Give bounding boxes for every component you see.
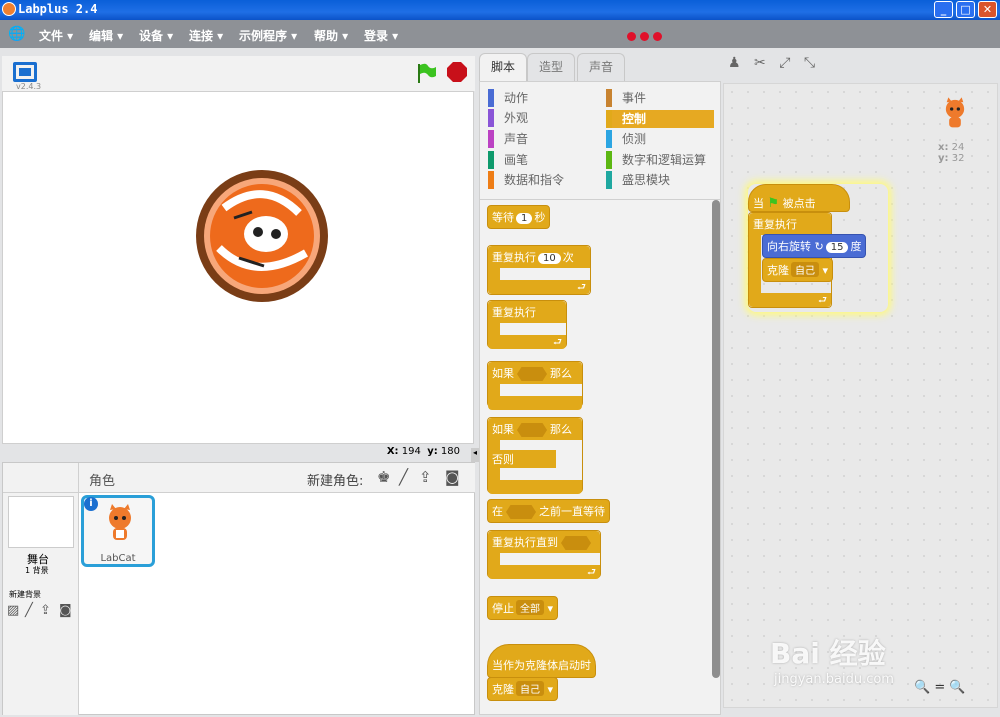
tab-costumes[interactable]: 造型 (527, 53, 575, 81)
block-repeat[interactable]: 重复执行 10 次 ⮐ (487, 245, 591, 295)
stage-canvas[interactable] (2, 91, 474, 444)
collapse-handle[interactable]: ◂ (471, 448, 479, 462)
category-sensing[interactable]: 侦测 (606, 130, 714, 148)
menu-connect[interactable]: 连接 ▾ (189, 27, 223, 44)
category-data[interactable]: 数据和指令 (488, 171, 596, 189)
upload-sprite-icon[interactable]: ⇪ (419, 468, 432, 486)
stage-thumbnail[interactable] (8, 496, 74, 548)
block-if-then[interactable]: 如果 那么 (487, 361, 583, 410)
category-pen[interactable]: 画笔 (488, 151, 596, 169)
category-operators[interactable]: 数字和逻辑运算 (606, 151, 714, 169)
zoom-in-icon[interactable]: 🔍 (949, 680, 965, 695)
fullscreen-icon[interactable] (13, 62, 37, 82)
camera-backdrop-icon[interactable]: ◙ (59, 603, 72, 618)
category-labplus-module[interactable]: 盛思模块 (606, 171, 714, 189)
app-icon (2, 2, 16, 16)
sprite-library-icon[interactable]: ♚ (377, 468, 390, 486)
sprite-costume-image (196, 170, 328, 302)
when-flag-clicked-block[interactable]: 当 ⚑ 被点击 (748, 184, 850, 212)
sprite-pane: 角色 新建角色: ♚ ╱ ⇪ ◙ 舞台 1 背景 新建背景 ▨ ╱ ⇪ ◙ i … (2, 462, 475, 715)
status-dots (627, 30, 666, 44)
camera-sprite-icon[interactable]: ◙ (445, 468, 460, 486)
backdrop-library-icon[interactable]: ▨ (7, 603, 19, 618)
maximize-button[interactable]: □ (956, 1, 975, 18)
minimize-button[interactable]: _ (934, 1, 953, 18)
block-categories: 动作 外观 声音 画笔 数据和指令 事件 控制 侦测 数字和逻辑运算 盛思模块 (480, 82, 720, 200)
tab-scripts[interactable]: 脚本 (479, 53, 527, 81)
scripts-area[interactable]: x: 24 y: 32 当 ⚑ 被点击 重复执行 ⮐ 向右旋转 ↻ 15 度 克隆 自己… (723, 83, 998, 708)
category-events[interactable]: 事件 (606, 89, 714, 107)
upload-backdrop-icon[interactable]: ⇪ (40, 603, 51, 618)
baidu-watermark: Bai 经验 jingyan.baidu.com (770, 637, 894, 687)
menu-bar: 🌐 文件 ▾ 编辑 ▾ 设备 ▾ 连接 ▾ 示例程序 ▾ 帮助 ▾ 登录 ▾ (0, 20, 1000, 48)
block-clone[interactable]: 克隆 自己 ▾ (487, 677, 559, 701)
info-icon[interactable]: i (84, 497, 98, 511)
turn-right-block[interactable]: 向右旋转 ↻ 15 度 (762, 234, 867, 258)
window-title: Labplus 2.4 (18, 2, 98, 16)
block-if-else[interactable]: 如果 那么 否则 (487, 417, 583, 494)
stage-column: 舞台 1 背景 新建背景 ▨ ╱ ⇪ ◙ (3, 493, 79, 715)
green-flag-icon: ⚑ (767, 196, 780, 211)
block-wait-until[interactable]: 在之前一直等待 (487, 499, 610, 523)
labcat-thumbnail (109, 504, 131, 540)
backdrop-count: 1 背景 (25, 566, 49, 575)
sprite-tile[interactable]: i LabCat (81, 495, 155, 567)
duplicate-icon[interactable]: ♟ (728, 55, 741, 71)
new-backdrop-label: 新建背景 (9, 590, 41, 599)
menu-login[interactable]: 登录 ▾ (364, 27, 398, 44)
category-sound[interactable]: 声音 (488, 130, 596, 148)
clone-block[interactable]: 克隆 自己 ▾ (762, 258, 834, 282)
paint-backdrop-icon[interactable]: ╱ (25, 603, 33, 618)
green-flag-icon[interactable] (415, 62, 437, 84)
tab-sounds[interactable]: 声音 (577, 53, 625, 81)
block-when-clone-start[interactable]: 当作为克隆体启动时 (487, 644, 596, 678)
stage-column-header (3, 463, 79, 493)
block-stop[interactable]: 停止 全部 ▾ (487, 596, 559, 620)
menu-edit[interactable]: 编辑 ▾ (89, 27, 123, 44)
menu-examples[interactable]: 示例程序 ▾ (239, 27, 297, 44)
menu-help[interactable]: 帮助 ▾ (314, 27, 348, 44)
palette-scrollbar[interactable] (712, 200, 720, 678)
category-motion[interactable]: 动作 (488, 89, 596, 107)
new-sprite-label: 新建角色: (307, 474, 364, 489)
paint-sprite-icon[interactable]: ╱ (399, 468, 408, 486)
sprite-header: 角色 新建角色: ♚ ╱ ⇪ ◙ (79, 463, 475, 493)
stage-header: v2.4.3 (2, 56, 475, 91)
block-palette: 动作 外观 声音 画笔 数据和指令 事件 控制 侦测 数字和逻辑运算 盛思模块 … (479, 81, 721, 715)
globe-icon[interactable]: 🌐 (8, 26, 25, 42)
grow-icon[interactable]: ⤢ (779, 55, 790, 71)
block-repeat-until[interactable]: 重复执行直到 ⮐ (487, 530, 601, 579)
menu-device[interactable]: 设备 ▾ (139, 27, 173, 44)
close-button[interactable]: ✕ (978, 1, 997, 18)
shrink-icon[interactable]: ⤡ (804, 55, 815, 71)
block-wait[interactable]: 等待 1 秒 (487, 205, 551, 229)
sprite-position: x: 24 y: 32 (938, 142, 965, 164)
sprite-name: LabCat (100, 553, 136, 564)
sprites-title: 角色 (89, 474, 116, 489)
block-forever[interactable]: 重复执行 ⮐ (487, 300, 567, 349)
mouse-coords: X: 194 y: 180 (386, 446, 460, 457)
script-tools: ♟ ✂ ⤢ ⤡ (728, 55, 824, 71)
sprite-thumbnail (945, 97, 965, 128)
zoom-reset-icon[interactable]: = (934, 680, 945, 695)
stop-icon[interactable] (446, 61, 468, 83)
title-bar: Labplus 2.4 _ □ ✕ (0, 0, 1000, 20)
menu-file[interactable]: 文件 ▾ (39, 27, 73, 44)
script-stack[interactable]: 当 ⚑ 被点击 重复执行 ⮐ 向右旋转 ↻ 15 度 克隆 自己 ▾ (748, 184, 888, 312)
zoom-controls: 🔍 = 🔍 (914, 680, 966, 695)
zoom-out-icon[interactable]: 🔍 (914, 680, 930, 695)
category-looks[interactable]: 外观 (488, 109, 596, 127)
category-control[interactable]: 控制 (606, 110, 714, 128)
version-label: v2.4.3 (16, 82, 42, 91)
cut-icon[interactable]: ✂ (754, 55, 766, 71)
